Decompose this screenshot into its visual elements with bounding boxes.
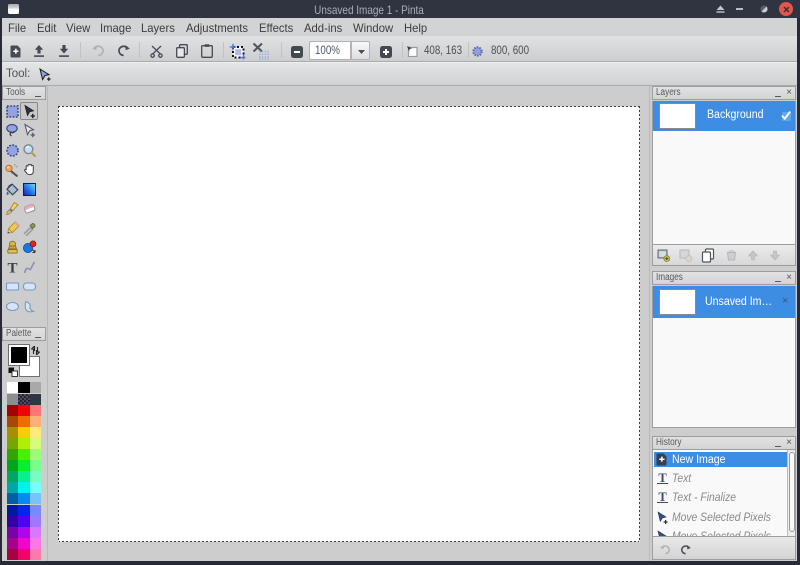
svg-text:T: T [7, 260, 17, 274]
